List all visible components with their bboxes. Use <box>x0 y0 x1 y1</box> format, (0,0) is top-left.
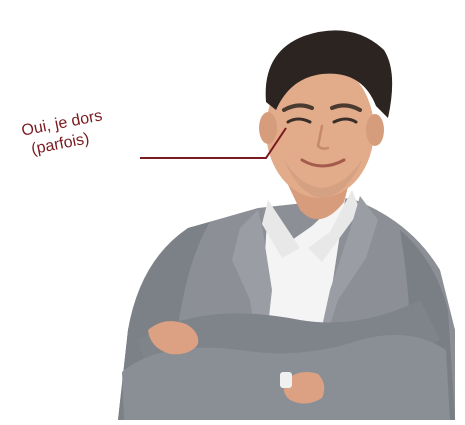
ear-right <box>366 114 384 146</box>
ear-left <box>259 112 277 144</box>
photo-stage: Oui, je dors (parfois) <box>0 0 465 425</box>
portrait-photo <box>118 30 455 420</box>
shirt-cuff <box>280 372 292 388</box>
